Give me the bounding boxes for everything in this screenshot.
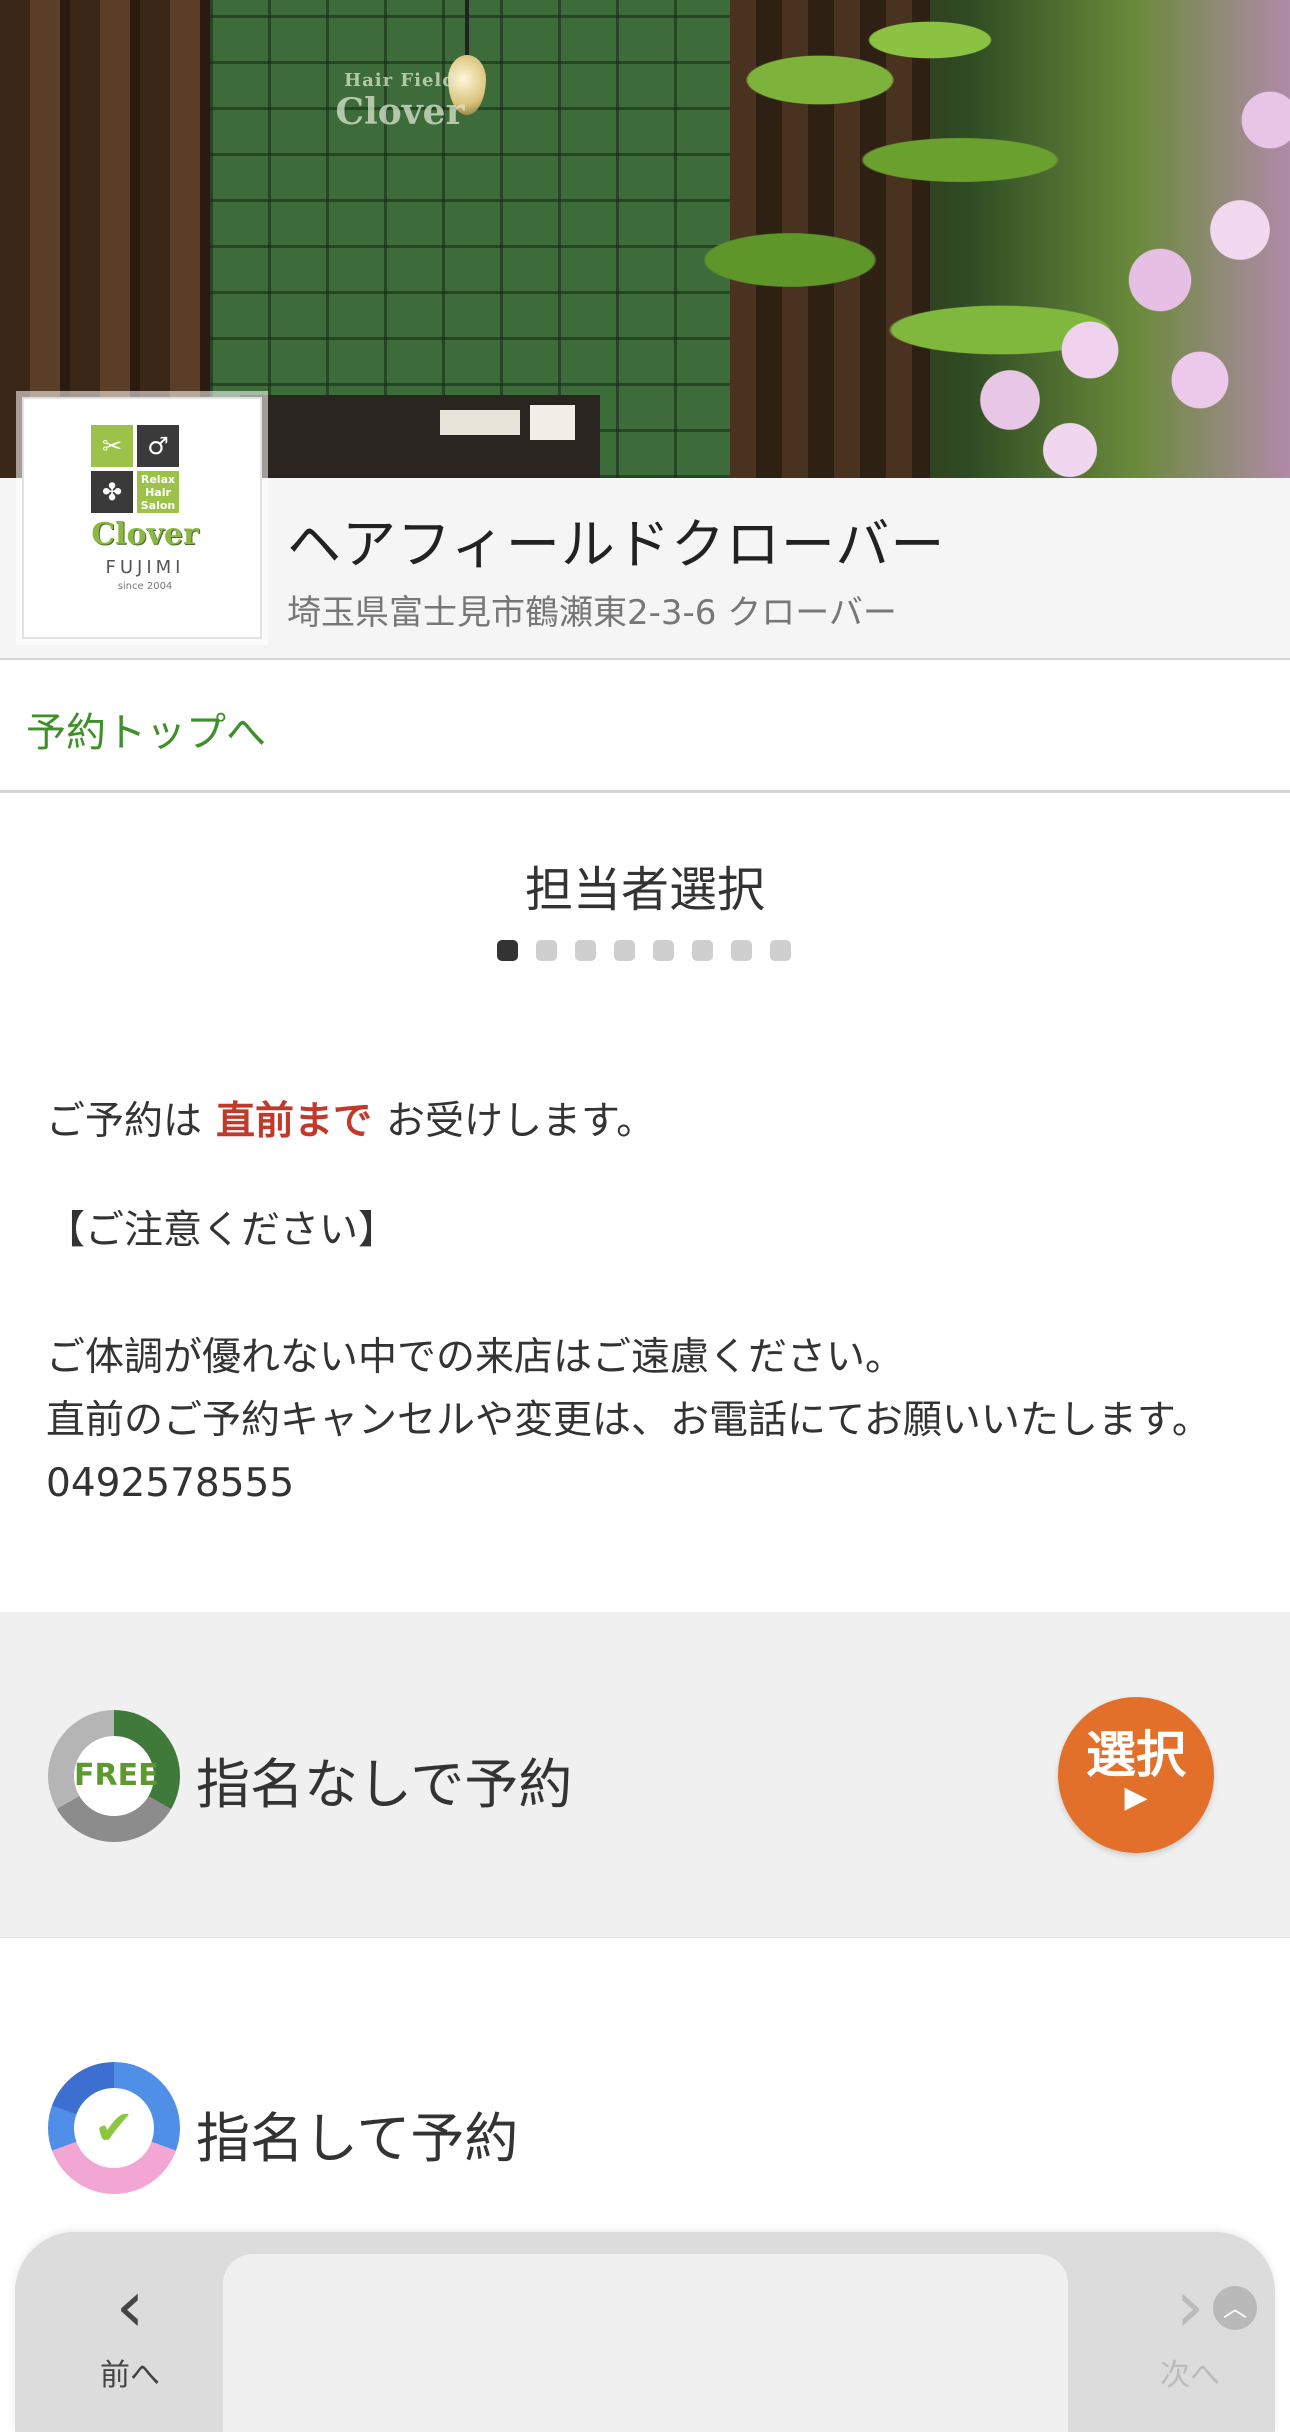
reservation-notice: ご予約は 直前まで お受けします。 【ご注意ください】 ご体調が優れない中での来店は… xyxy=(46,1090,1246,1515)
step-dot xyxy=(692,940,713,961)
step-dot xyxy=(497,940,518,961)
step-dot xyxy=(770,940,791,961)
notice-line-2: 直前のご予約キャンセルや変更は、お電話にてお願いいたします。 xyxy=(46,1398,1211,1443)
next-button[interactable]: › 次へ xyxy=(1120,2266,1260,2394)
notice-lead: ご予約は 直前まで お受けします。 xyxy=(46,1099,656,1144)
wall-sign-small: Hair Field xyxy=(344,70,456,91)
toolbar-center-panel: ︿ xyxy=(223,2254,1257,2432)
option-no-nomination-label: 指名なしで予約 xyxy=(196,1753,573,1816)
pendant-lamp-cord xyxy=(465,0,469,60)
step-dot xyxy=(614,940,635,961)
logo-since: since 2004 xyxy=(117,581,173,592)
scissors-icon: ✂ xyxy=(91,425,133,467)
wall-sign-large: Clover xyxy=(335,91,465,133)
shop-logo: ✂ ♂ ✤ Relax Hair Salon Clover FUJIMI since… xyxy=(22,397,262,639)
relax-icon: Relax Hair Salon xyxy=(137,471,179,513)
male-icon: ♂ xyxy=(137,425,179,467)
chevron-left-icon: ‹ xyxy=(115,2264,145,2348)
play-arrow-icon: ▶ xyxy=(1124,1780,1148,1815)
step-dot xyxy=(731,940,752,961)
prev-label: 前へ xyxy=(100,2358,160,2393)
wall-sign: Hair Field Clover xyxy=(330,70,470,150)
step-title: 担当者選択 xyxy=(524,862,765,918)
notice-line-1: ご体調が優れない中での来店はご遠慮ください。 xyxy=(46,1335,905,1380)
option-with-nomination[interactable]: ✔ 指名して予約 xyxy=(0,1938,1290,2238)
step-progress-dots xyxy=(497,940,809,964)
notice-phone: 0492578555 xyxy=(46,1461,295,1506)
option-no-nomination[interactable]: FREE 指名なしで予約 選択 ▶ xyxy=(0,1612,1290,1939)
option-with-nomination-label: 指名して予約 xyxy=(196,2107,519,2170)
step-dot xyxy=(575,940,596,961)
check-badge-icon: ✔ xyxy=(48,2062,180,2194)
next-label: 次へ xyxy=(1160,2358,1220,2393)
select-button[interactable]: 選択 ▶ xyxy=(1058,1697,1214,1853)
logo-location: FUJIMI xyxy=(105,557,185,578)
bottom-toolbar: ‹ 前へ ︿ › 次へ xyxy=(15,2232,1275,2432)
step-dot xyxy=(653,940,674,961)
prev-button[interactable]: ‹ 前へ xyxy=(60,2266,200,2394)
select-button-label: 選択 xyxy=(1086,1726,1186,1784)
shop-address: 埼玉県富士見市鶴瀬東2-3-6 クローバー xyxy=(287,593,897,633)
clover-icon: ✤ xyxy=(91,471,133,513)
notice-accent: 直前まで xyxy=(216,1099,373,1144)
back-to-top-link[interactable]: 予約トップへ xyxy=(26,700,266,758)
logo-wordmark: Clover xyxy=(91,517,199,552)
logo-icon-grid: ✂ ♂ ✤ Relax Hair Salon xyxy=(91,425,181,515)
notice-caution-title: 【ご注意ください】 xyxy=(46,1208,398,1253)
shop-name: ヘアフィールドクローバー xyxy=(287,513,946,576)
reception-counter xyxy=(240,395,600,478)
step-dot xyxy=(536,940,557,961)
back-link-row: 予約トップへ xyxy=(0,660,1290,793)
orchid-flowers xyxy=(950,60,1290,478)
free-badge-icon: FREE xyxy=(48,1710,180,1842)
chevron-right-icon: › xyxy=(1175,2264,1205,2348)
